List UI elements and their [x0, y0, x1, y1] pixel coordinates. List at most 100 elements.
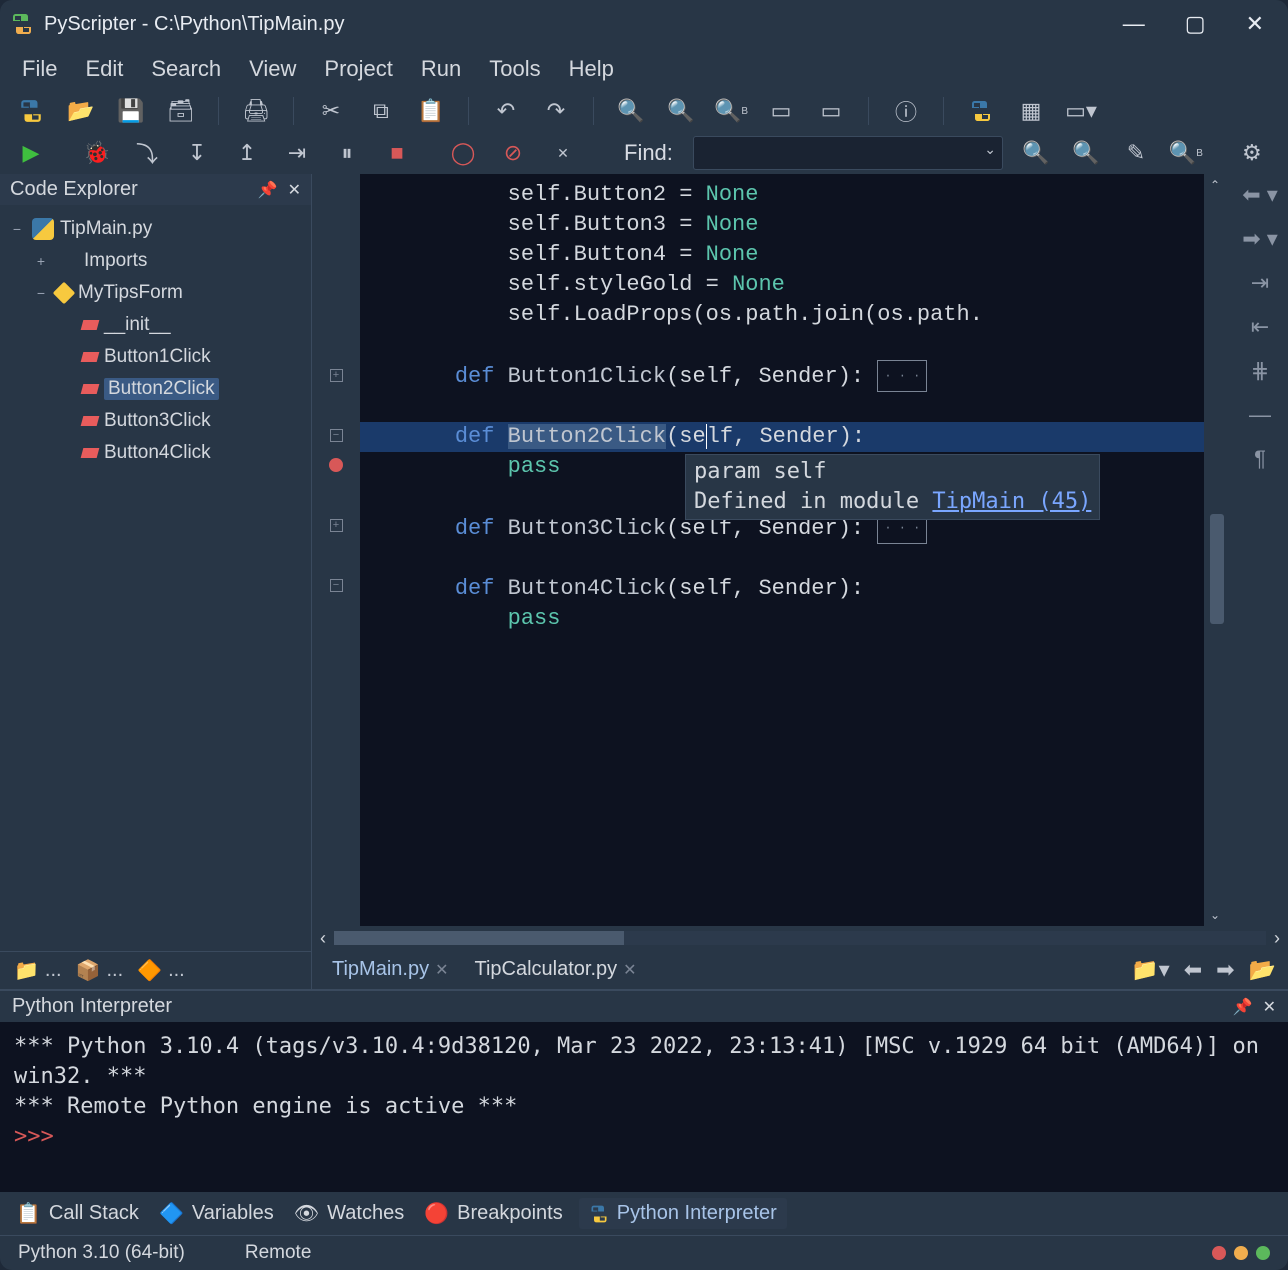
cut-icon[interactable]: ✂ [314, 94, 348, 128]
indent-icon[interactable]: ⇥ [1251, 270, 1269, 296]
chevron-down-icon[interactable]: ⌄ [984, 141, 996, 158]
nav-forward-icon[interactable]: ➡ ▾ [1242, 226, 1278, 252]
search-in-files-icon[interactable]: 🔍B [714, 94, 748, 128]
menu-tools[interactable]: Tools [489, 56, 540, 82]
tabs-prev-icon[interactable]: ⬅ [1184, 957, 1202, 983]
open-icon[interactable]: 📂 [64, 94, 98, 128]
search-icon[interactable]: 🔍 [614, 94, 648, 128]
menu-search[interactable]: Search [151, 56, 221, 82]
debug-icon[interactable]: 🐞 [80, 136, 114, 170]
tooltip-link[interactable]: TipMain (45) [932, 489, 1091, 514]
find-prev-icon[interactable]: 🔍 [1069, 136, 1103, 170]
save-all-icon[interactable]: 🗃 [164, 94, 198, 128]
close-panel-icon[interactable]: ✕ [288, 180, 301, 200]
horizontal-scrollbar[interactable]: ‹ › [312, 926, 1288, 950]
pause-icon[interactable]: ⏸ [330, 136, 364, 170]
close-button[interactable]: ✕ [1246, 11, 1264, 37]
fold-icon[interactable]: − [330, 579, 343, 592]
run-to-cursor-icon[interactable]: ⇥ [280, 136, 314, 170]
scroll-down-icon[interactable]: ⌄ [1210, 908, 1220, 922]
tree-imports[interactable]: + Imports [4, 245, 307, 277]
pin-icon[interactable]: 📌 [1233, 997, 1253, 1017]
fold-icon[interactable]: + [330, 369, 343, 382]
nav-back-icon[interactable]: ⬅ ▾ [1242, 182, 1278, 208]
method-icon [81, 384, 100, 394]
print-icon[interactable]: 🖨 [239, 94, 273, 128]
tab-code-explorer[interactable]: 🔶 ... [137, 958, 185, 983]
find-next-icon[interactable]: 🔍 [1019, 136, 1053, 170]
menu-edit[interactable]: Edit [85, 56, 123, 82]
find-options-icon[interactable]: 🔍B [1169, 136, 1203, 170]
tree-method-b1[interactable]: Button1Click [4, 341, 307, 373]
tree-method-b3[interactable]: Button3Click [4, 405, 307, 437]
scroll-up-icon[interactable]: ⌃ [1210, 178, 1220, 192]
tree-file[interactable]: − TipMain.py [4, 213, 307, 245]
code-editor[interactable]: self.Button2 = None self.Button3 = None … [360, 174, 1204, 926]
window-title: PyScripter - C:\Python\TipMain.py [44, 13, 1123, 36]
tab-python-interpreter[interactable]: Python Interpreter [579, 1198, 787, 1229]
settings-icon[interactable]: ⚙ [1235, 136, 1269, 170]
tree-method-init[interactable]: __init__ [4, 309, 307, 341]
ruler-icon[interactable]: — [1249, 402, 1271, 428]
python-config-icon[interactable] [964, 94, 998, 128]
replace-icon[interactable]: ▭ [814, 94, 848, 128]
highlight-icon[interactable]: ✎ [1119, 136, 1153, 170]
close-panel-icon[interactable]: ✕ [1263, 997, 1276, 1017]
vertical-scrollbar[interactable]: ⌃ ⌄ [1204, 174, 1232, 926]
tree-method-b4[interactable]: Button4Click [4, 437, 307, 469]
minimize-button[interactable]: — [1123, 11, 1145, 37]
tabs-next-icon[interactable]: ➡ [1216, 957, 1234, 983]
find-input[interactable]: ⌄ [693, 136, 1003, 170]
close-debug-icon[interactable]: ✕ [546, 136, 580, 170]
copy-icon[interactable]: ⧉ [364, 94, 398, 128]
menu-view[interactable]: View [249, 56, 296, 82]
tab-watches[interactable]: 👁 Watches [290, 1199, 408, 1228]
tabs-list-icon[interactable]: 📂 [1249, 957, 1276, 983]
tab-file-explorer[interactable]: 📁 ... [14, 958, 62, 983]
find-panel-icon[interactable]: ▭ [764, 94, 798, 128]
tree-method-b2[interactable]: Button2Click [4, 373, 307, 405]
file-tab-tipmain[interactable]: TipMain.py✕ [324, 954, 456, 985]
tree-class[interactable]: − MyTipsForm [4, 277, 307, 309]
pin-icon[interactable]: 📌 [258, 180, 278, 200]
paste-icon[interactable]: 📋 [414, 94, 448, 128]
tabs-folder-icon[interactable]: 📁▾ [1131, 957, 1169, 983]
run-icon[interactable]: ▶ [14, 136, 48, 170]
python-icon[interactable] [14, 94, 48, 128]
tab-variables[interactable]: 🔷 Variables [155, 1199, 278, 1228]
breakpoint-icon[interactable]: ◯ [446, 136, 480, 170]
save-icon[interactable]: 💾 [114, 94, 148, 128]
run-toolbar: ▶ 🐞 ⤵ ↧ ↥ ⇥ ⏸ ■ ◯ ⊘ ✕ Find: ⌄ 🔍 🔍 ✎ 🔍B ⚙ [0, 132, 1288, 174]
scroll-left-icon[interactable]: ‹ [320, 928, 326, 949]
file-tab-tipcalc[interactable]: TipCalculator.py✕ [466, 954, 644, 985]
fold-icon[interactable]: − [330, 429, 343, 442]
breakpoint-marker[interactable] [329, 458, 343, 472]
window-icon[interactable]: ▭▾ [1064, 94, 1098, 128]
interpreter-output[interactable]: *** Python 3.10.4 (tags/v3.10.4:9d38120,… [0, 1022, 1288, 1192]
layout-icon[interactable]: ▦ [1014, 94, 1048, 128]
step-into-icon[interactable]: ↧ [180, 136, 214, 170]
scroll-right-icon[interactable]: › [1274, 928, 1280, 949]
undo-icon[interactable]: ↶ [489, 94, 523, 128]
redo-icon[interactable]: ↷ [539, 94, 573, 128]
stop-icon[interactable]: ■ [380, 136, 414, 170]
close-tab-icon[interactable]: ✕ [435, 960, 448, 980]
outdent-icon[interactable]: ⇤ [1251, 314, 1269, 340]
menu-file[interactable]: File [22, 56, 57, 82]
info-icon[interactable]: ⓘ [889, 94, 923, 128]
tab-breakpoints[interactable]: 🔴 Breakpoints [420, 1199, 567, 1228]
menu-run[interactable]: Run [421, 56, 461, 82]
search-next-icon[interactable]: 🔍 [664, 94, 698, 128]
clear-breakpoints-icon[interactable]: ⊘ [496, 136, 530, 170]
menu-project[interactable]: Project [324, 56, 392, 82]
menu-help[interactable]: Help [569, 56, 614, 82]
maximize-button[interactable]: ▢ [1185, 11, 1206, 37]
tab-project[interactable]: 📦 ... [76, 958, 124, 983]
tab-call-stack[interactable]: 📋 Call Stack [12, 1199, 143, 1228]
fold-icon[interactable]: + [330, 519, 343, 532]
pilcrow-icon[interactable]: ¶ [1254, 446, 1266, 472]
step-out-icon[interactable]: ↥ [230, 136, 264, 170]
step-over-icon[interactable]: ⤵ [130, 136, 164, 170]
close-tab-icon[interactable]: ✕ [623, 960, 636, 980]
whitespace-icon[interactable]: ⋕ [1251, 358, 1269, 384]
